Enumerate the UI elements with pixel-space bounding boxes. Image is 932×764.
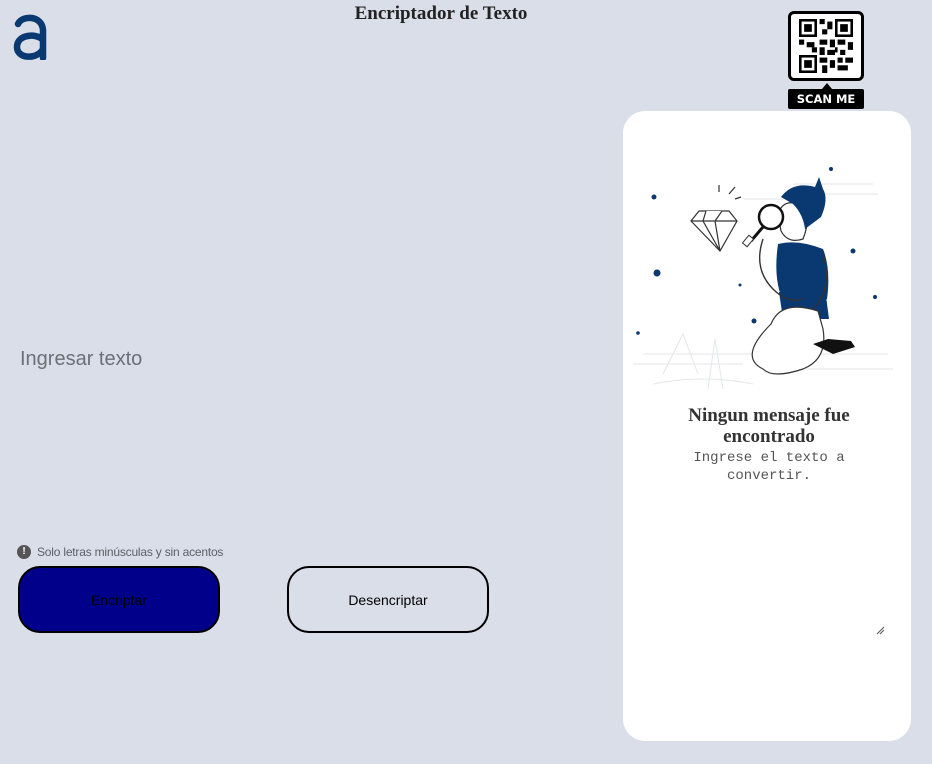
- exclamation-circle-icon: !: [17, 545, 31, 559]
- hint-text: Solo letras minúsculas y sin acentos: [37, 545, 224, 559]
- person-with-magnifier-illustration: [633, 167, 893, 390]
- encrypt-button[interactable]: Encriptar: [18, 566, 220, 633]
- qr-code-icon: [788, 11, 864, 81]
- page-title: Encriptador de Texto: [354, 3, 528, 24]
- output-panel: Ningun mensaje fue encontrado Ingrese el…: [623, 111, 911, 741]
- decrypt-button[interactable]: Desencriptar: [287, 566, 489, 633]
- qr-code[interactable]: SCAN ME: [788, 11, 864, 109]
- empty-message-subtitle: Ingrese el texto a convertir.: [693, 450, 845, 484]
- empty-message-title: Ningun mensaje fue encontrado: [688, 405, 850, 447]
- text-input[interactable]: [18, 110, 578, 530]
- resize-grip-icon[interactable]: [875, 625, 885, 635]
- qr-label: SCAN ME: [788, 83, 864, 109]
- hint: ! Solo letras minúsculas y sin acentos: [17, 545, 223, 559]
